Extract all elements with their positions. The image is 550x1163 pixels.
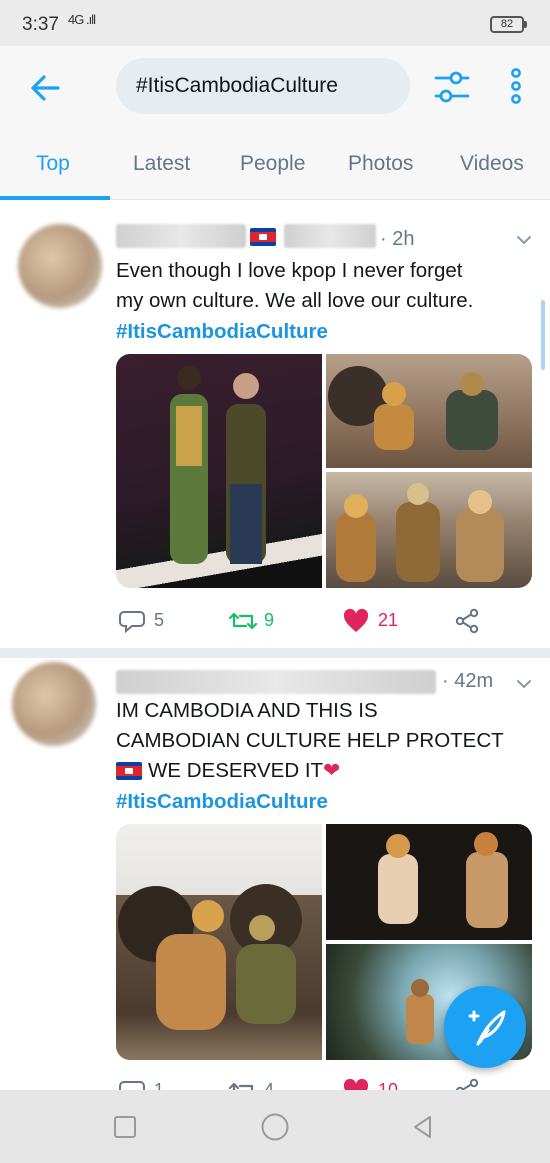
back-arrow-icon[interactable]: [24, 68, 68, 108]
retweet-button[interactable]: 9: [228, 608, 274, 639]
tweet-time: · 42m: [442, 670, 494, 692]
like-button[interactable]: 21: [342, 608, 398, 639]
tweet-line: Even though I love kpop I never forget: [116, 259, 463, 282]
system-nav-bar: [0, 1090, 550, 1163]
tweet-line-text: WE DESERVED IT: [148, 759, 324, 782]
tweet-line: IM CAMBODIA AND THIS IS: [116, 699, 378, 722]
heart-icon: [343, 1078, 369, 1090]
blurred-username[interactable]: [116, 670, 436, 694]
home-circle-icon[interactable]: [260, 1112, 290, 1142]
media-photo[interactable]: [116, 824, 322, 1060]
search-tabs: Top Latest People Photos Videos: [0, 128, 550, 200]
tweet-line: CAMBODIAN CULTURE HELP PROTECT: [116, 729, 504, 752]
tweet-line: WE DESERVED IT❤: [116, 756, 536, 786]
tweet-text: Even though I love kpop I never forget m…: [116, 256, 536, 316]
cambodia-flag-icon: [116, 762, 142, 780]
battery-icon: 82: [490, 16, 527, 33]
like-button[interactable]: 10: [342, 1078, 398, 1090]
media-photo[interactable]: [116, 354, 322, 588]
status-bar: 3:37 4G .ıll 82: [0, 0, 550, 46]
reply-icon: [119, 1081, 145, 1090]
cambodia-flag-icon: [250, 228, 276, 246]
red-heart-emoji-icon: ❤: [323, 759, 341, 782]
recents-square-icon[interactable]: [112, 1114, 138, 1140]
chevron-down-icon[interactable]: [514, 230, 534, 250]
media-photo[interactable]: [326, 824, 532, 940]
compose-tweet-button[interactable]: [444, 986, 526, 1068]
like-count: 10: [378, 1080, 399, 1090]
tab-people[interactable]: People: [240, 152, 305, 176]
avatar[interactable]: [12, 662, 96, 746]
media-photo[interactable]: [326, 354, 532, 468]
signal-icon: 4G .ıll: [68, 12, 96, 27]
share-icon: [455, 608, 479, 634]
search-input[interactable]: #ItisCambodiaCulture: [116, 58, 410, 114]
back-triangle-icon[interactable]: [410, 1114, 436, 1140]
reply-button[interactable]: 5: [118, 608, 164, 639]
scrollbar[interactable]: [541, 300, 545, 370]
reply-icon: [119, 611, 145, 634]
retweet-button[interactable]: 4: [228, 1078, 274, 1090]
tweet-time: · 2h: [380, 228, 415, 250]
share-icon: [455, 1078, 479, 1090]
tweet-line: my own culture. We all love our culture.: [116, 289, 474, 312]
blurred-username[interactable]: [116, 224, 246, 248]
retweet-icon: [228, 612, 258, 630]
tweet-feed[interactable]: · 2h Even though I love kpop I never for…: [0, 200, 550, 1090]
more-vertical-icon[interactable]: [504, 66, 528, 108]
search-header: #ItisCambodiaCulture: [0, 46, 550, 128]
retweet-icon: [228, 1082, 254, 1090]
hashtag-link[interactable]: #ItisCambodiaCulture: [116, 320, 328, 344]
avatar[interactable]: [18, 224, 102, 308]
filter-sliders-icon[interactable]: [430, 66, 474, 108]
blurred-handle: [284, 224, 376, 248]
share-button[interactable]: [454, 608, 480, 639]
retweet-count: 9: [264, 610, 275, 630]
tab-top[interactable]: Top: [36, 152, 70, 176]
tweet-media-grid[interactable]: [116, 354, 532, 588]
share-button[interactable]: [454, 1078, 480, 1090]
like-count: 21: [378, 610, 399, 630]
tab-videos[interactable]: Videos: [460, 152, 524, 176]
status-time: 3:37: [22, 14, 59, 35]
reply-count: 1: [154, 1080, 165, 1090]
chevron-down-icon[interactable]: [514, 674, 534, 694]
reply-button[interactable]: 1: [118, 1078, 164, 1090]
compose-feather-icon: [468, 1010, 506, 1046]
media-photo[interactable]: [326, 472, 532, 588]
tweet-divider: [0, 648, 550, 658]
reply-count: 5: [154, 610, 165, 630]
search-query: #ItisCambodiaCulture: [136, 74, 338, 97]
tweet-text: IM CAMBODIA AND THIS IS CAMBODIAN CULTUR…: [116, 696, 536, 786]
tab-latest[interactable]: Latest: [133, 152, 190, 176]
retweet-count: 4: [264, 1080, 275, 1090]
tab-photos[interactable]: Photos: [348, 152, 413, 176]
hashtag-link[interactable]: #ItisCambodiaCulture: [116, 790, 328, 814]
heart-icon: [343, 608, 369, 632]
